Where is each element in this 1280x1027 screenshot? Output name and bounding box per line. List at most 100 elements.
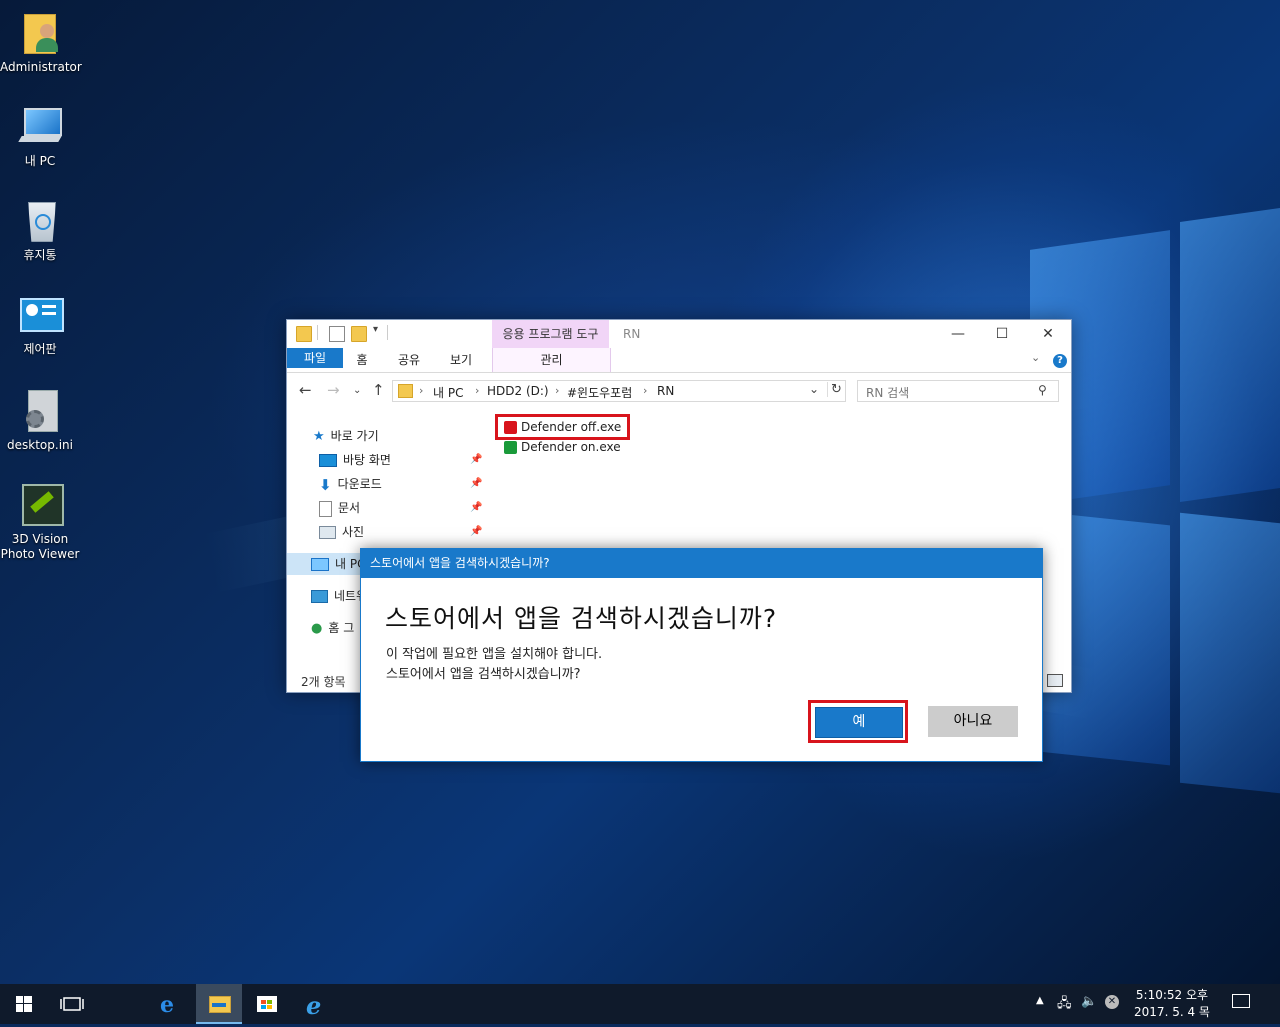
internet-explorer-icon: e [306, 991, 322, 1020]
desktop: Administrator 내 PC 휴지통 제어판 desktop.ini 3… [0, 0, 1280, 984]
desktop-icon [319, 454, 337, 467]
pin-icon: 📌 [470, 478, 483, 489]
download-arrow-icon: ⬇ [319, 475, 332, 494]
file-name: Defender on.exe [521, 440, 621, 454]
chevron-right-icon: › [475, 384, 480, 397]
search-icon: ⚲ [1038, 383, 1047, 397]
desktop-icon-control-panel[interactable]: 제어판 [0, 292, 80, 357]
desktop-icon-administrator[interactable]: Administrator [0, 10, 82, 75]
desktop-icon-3d-vision[interactable]: 3D Vision Photo Viewer [0, 482, 80, 562]
nav-network[interactable]: 네트워 [311, 585, 367, 607]
store-taskbar-button[interactable] [244, 984, 292, 1024]
desktop-icon-label: desktop.ini [7, 438, 73, 452]
breadcrumb-current[interactable]: RN [657, 384, 674, 398]
nav-downloads[interactable]: ⬇ 다운로드 [319, 473, 382, 495]
dialog-message-line-2: 스토어에서 앱을 검색하시겠습니까? [386, 667, 581, 682]
file-item[interactable]: Defender on.exe [504, 437, 621, 457]
no-button[interactable]: 아니요 [928, 706, 1018, 737]
title-bar[interactable]: ▾ 응용 프로그램 도구 RN — ☐ ✕ [287, 320, 1071, 348]
yes-button[interactable]: 예 [815, 707, 903, 738]
maximize-button[interactable]: ☐ [979, 320, 1025, 348]
pin-icon: 📌 [470, 454, 483, 465]
status-bar-count: 2개 항목 [301, 675, 346, 689]
dialog-title: 스토어에서 앱을 검색하시겠습니까? [361, 549, 1042, 578]
chevron-right-icon: › [419, 384, 424, 397]
clock[interactable]: 5:10:52 오후 2017. 5. 4 목 [1130, 987, 1214, 1021]
ribbon-tabs: 파일 홈 공유 보기 관리 ⌄ ? [287, 348, 1071, 373]
start-button[interactable] [0, 984, 48, 1024]
computer-icon [311, 558, 329, 571]
nav-quick-access[interactable]: ★ 바로 가기 [313, 425, 379, 447]
nav-pictures[interactable]: 사진 [319, 521, 364, 543]
expand-ribbon-icon[interactable]: ⌄ [1031, 351, 1040, 364]
minimize-button[interactable]: — [935, 320, 981, 348]
nav-homegroup[interactable]: ● 홈 그 [311, 617, 354, 639]
chevron-right-icon: › [643, 384, 648, 397]
new-folder-icon[interactable] [351, 326, 367, 342]
tab-file[interactable]: 파일 [287, 348, 343, 368]
file-explorer-taskbar-button[interactable] [196, 984, 242, 1024]
desktop-icon-this-pc[interactable]: 내 PC [0, 104, 80, 169]
action-center-icon[interactable] [1232, 994, 1250, 1008]
recent-locations-icon[interactable]: ⌄ [353, 385, 361, 396]
windows-logo-icon [16, 996, 32, 1012]
star-icon: ★ [313, 428, 325, 444]
document-icon [319, 500, 332, 517]
help-icon[interactable]: ? [1053, 354, 1067, 368]
customize-quick-access-icon[interactable]: ▾ [373, 324, 378, 335]
address-bar[interactable]: › 내 PC › HDD2 (D:) › #윈도우포럼 › RN ⌄ ↻ [392, 380, 846, 402]
navigation-bar: ← → ⌄ ↑ › 내 PC › HDD2 (D:) › #윈도우포럼 › RN… [287, 373, 1071, 407]
show-hidden-icons-chevron-icon[interactable]: ▲ [1036, 995, 1044, 1006]
desktop-icon-label: Photo Viewer [0, 547, 80, 561]
tab-home[interactable]: 홈 [347, 348, 377, 372]
nav-documents[interactable]: 문서 [319, 497, 360, 519]
refresh-icon[interactable]: ↻ [827, 382, 842, 397]
settings-file-icon [16, 388, 64, 436]
wallpaper-pane [1180, 512, 1280, 794]
nav-desktop[interactable]: 바탕 화면 [319, 449, 391, 471]
wallpaper-pane [1180, 207, 1280, 503]
task-view-button[interactable] [48, 984, 96, 1024]
edge-taskbar-button[interactable]: e [146, 984, 194, 1024]
tab-share[interactable]: 공유 [391, 348, 427, 372]
tab-manage[interactable]: 관리 [492, 348, 611, 372]
pin-icon: 📌 [470, 526, 483, 537]
breadcrumb-this-pc[interactable]: 내 PC [433, 384, 463, 401]
yes-button-highlight: 예 [808, 700, 908, 743]
edge-icon: e [160, 992, 174, 1018]
breadcrumb-drive[interactable]: HDD2 (D:) [487, 384, 549, 398]
network-icon[interactable]: 🖧 [1057, 994, 1072, 1016]
address-dropdown-icon[interactable]: ⌄ [809, 382, 819, 396]
user-folder-icon [16, 10, 64, 58]
nav-label: 바로 가기 [330, 429, 379, 443]
dialog-message-line-1: 이 작업에 필요한 앱을 설치해야 합니다. [386, 647, 603, 662]
up-arrow-icon[interactable]: ↑ [372, 381, 385, 399]
volume-icon[interactable]: 🔈 [1081, 994, 1097, 1009]
recycle-bin-icon [16, 198, 64, 246]
computer-icon [16, 104, 64, 152]
forward-arrow-icon[interactable]: → [327, 381, 340, 399]
nav-label: 다운로드 [337, 477, 382, 491]
desktop-icon-recycle-bin[interactable]: 휴지통 [0, 198, 80, 263]
nav-label: 홈 그 [328, 621, 355, 635]
clock-time: 5:10:52 오후 [1135, 988, 1209, 1002]
store-search-dialog[interactable]: 스토어에서 앱을 검색하시겠습니까? 스토어에서 앱을 검색하시겠습니까? 이 … [360, 548, 1043, 762]
search-box[interactable]: RN 검색 ⚲ [857, 380, 1059, 402]
close-button[interactable]: ✕ [1025, 320, 1071, 348]
network-icon [311, 590, 328, 603]
task-view-icon [60, 997, 84, 1011]
file-name: Defender off.exe [521, 420, 622, 434]
tab-view[interactable]: 보기 [443, 348, 479, 372]
desktop-icon-label: 휴지통 [23, 248, 57, 262]
search-placeholder: RN 검색 [866, 386, 910, 400]
divider [317, 325, 318, 340]
large-icons-view-icon[interactable] [1047, 674, 1063, 687]
internet-explorer-taskbar-button[interactable]: e [294, 984, 342, 1024]
properties-icon[interactable] [329, 326, 345, 342]
breadcrumb-folder[interactable]: #윈도우포럼 [567, 384, 632, 401]
dialog-heading: 스토어에서 앱을 검색하시겠습니까? [385, 604, 778, 633]
status-error-icon[interactable]: ✕ [1105, 995, 1119, 1009]
back-arrow-icon[interactable]: ← [299, 381, 312, 399]
homegroup-icon: ● [311, 620, 323, 636]
desktop-icon-desktop-ini[interactable]: desktop.ini [0, 388, 80, 453]
